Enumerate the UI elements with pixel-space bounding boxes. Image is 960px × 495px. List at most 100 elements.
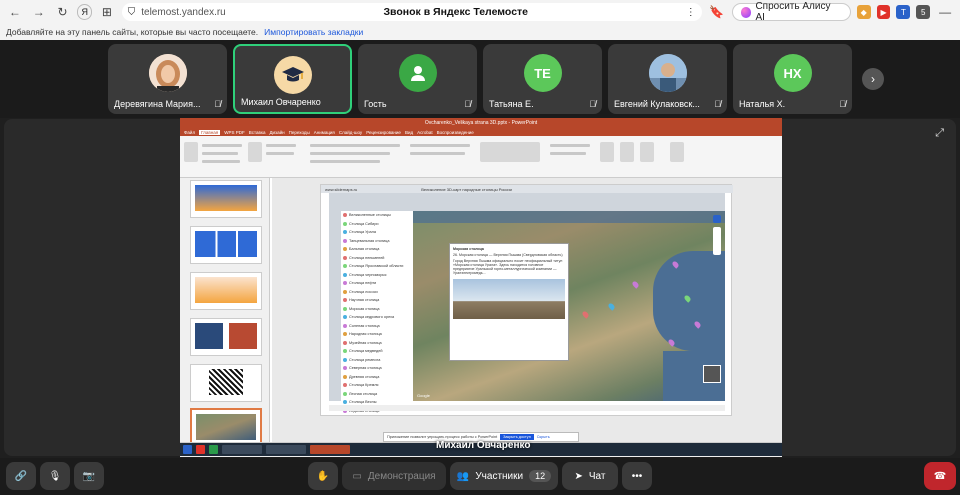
list-item[interactable]: Столица лососи [341,288,413,297]
list-item[interactable]: Столица пельменей [341,254,413,263]
list-item[interactable]: Бальная столица [341,245,413,254]
app-icon [209,445,218,454]
pin-icon [343,383,347,388]
more-dots-icon: ••• [631,470,643,482]
task-item [310,445,350,454]
list-item[interactable]: Лесная столица [341,390,413,399]
pp-tab: Дизайн [269,129,285,135]
list-item-label: Северная столица [349,366,382,371]
list-item[interactable]: Морская столица [341,305,413,314]
list-item[interactable]: Столица черноморья [341,271,413,280]
address-bar[interactable]: ⛉ telemost.yandex.ru Звонок в Яндекс Тел… [121,3,702,21]
participant-tile[interactable]: Деревягина Мария... 🎙̸ [108,44,227,114]
chat-label: Чат [588,470,606,482]
list-item[interactable]: Столица медведей [341,347,413,356]
slide-thumb-selected[interactable] [190,408,262,446]
minimize-icon[interactable]: — [936,3,954,21]
import-bookmarks-link[interactable]: Импортировать закладки [264,27,363,37]
participant-tile[interactable]: TE Татьяна Е. 🎙̸ [483,44,602,114]
popup-subtitle: 26. Морская столица — Верхняя Пышма (Све… [453,253,563,257]
participants-button[interactable]: 👥 Участники 12 [450,462,558,490]
menu-dots-icon[interactable]: ⋮ [686,7,696,18]
list-item-label: Соленая столица [349,323,380,328]
list-item[interactable]: Столица ремесла [341,356,413,365]
chat-button[interactable]: ➤ Чат [562,462,618,490]
pin-icon [343,357,347,362]
forward-icon[interactable]: → [30,3,48,21]
pp-tab: Слайд-шоу [338,129,363,135]
camera-off-icon: 📷 [82,470,96,482]
pp-tab: Файл [184,129,196,135]
slide-thumb[interactable] [190,318,262,356]
expand-icon[interactable]: ⤢ [935,127,944,140]
list-item[interactable]: Древняя столица [341,373,413,382]
pin-icon [343,272,347,277]
inner-title: Великолепие 3D-карт народные столицы Рос… [421,186,512,192]
list-item[interactable]: Столица Кремля [341,381,413,390]
end-call-button[interactable]: ☎ [924,462,956,490]
mic-off-icon: 🎙 [48,470,62,482]
shield-icon: ⛉ [127,6,136,18]
map-popup[interactable]: Морская столица 26. Морская столица — Ве… [449,243,569,361]
slide-thumb[interactable] [190,226,262,264]
list-item-label: Столица Ярославской области [349,264,404,269]
downloads-icon[interactable]: 5 [916,5,931,19]
participant-tile[interactable]: HX Наталья Х. 🎙̸ [733,44,852,114]
participant-tile[interactable]: Гость 🎙̸ [358,44,477,114]
list-item[interactable]: Научная столица [341,296,413,305]
list-item-label: Народная столица [349,332,382,337]
list-item-label: Столица кедрового ореха [349,315,395,320]
list-item-label: Столица пельменей [349,255,385,260]
list-item[interactable]: Столица нефти [341,279,413,288]
task-item [222,445,262,454]
list-item[interactable]: Северная столица [341,364,413,373]
translate-icon[interactable]: T [896,5,911,19]
list-item[interactable]: Столица кедрового ореха [341,313,413,322]
list-item-label: Морская столица [349,306,380,311]
list-item[interactable]: Столица Сибири [341,220,413,229]
pin-icon [343,332,347,337]
youtube-icon[interactable]: ▶ [876,5,891,19]
avatar [148,54,187,92]
more-button[interactable]: ••• [622,462,652,490]
page-title: Звонок в Яндекс Телемосте [383,6,529,18]
list-item[interactable]: Столица Урала [341,228,413,237]
participant-tile[interactable]: Михаил Овчаренко [233,44,352,114]
link-button[interactable]: 🔗 [6,462,36,490]
back-icon[interactable]: ← [6,3,24,21]
pp-tab: Анимация [313,129,335,135]
pin-icon [343,306,347,311]
hide-notice-button[interactable]: Скрыть [537,435,550,439]
popup-photo [453,279,565,319]
demo-label: Демонстрация [367,470,436,482]
camera-button[interactable]: 📷 [74,462,104,490]
list-item[interactable]: Великолепные столицы [341,211,413,220]
demo-button[interactable]: ▭ Демонстрация [342,462,446,490]
extension-shield-icon[interactable]: ◆ [856,5,871,19]
participant-tile[interactable]: Евгений Кулаковск... 🎙̸ [608,44,727,114]
slide-thumb[interactable] [190,272,262,310]
yandex-logo-icon[interactable]: Я [77,4,92,20]
list-item[interactable]: Соленая столица [341,322,413,331]
participants-label: Участники [475,470,524,482]
next-page-icon[interactable]: › [862,68,884,90]
list-item-label: Столица медведей [349,349,383,354]
participant-name: Михаил Овчаренко [241,97,321,107]
list-item[interactable]: Столица Ярославской области [341,262,413,271]
pin-icon [343,281,347,286]
browser-toolbar: ← → ↻ Я ⊞ ⛉ telemost.yandex.ru Звонок в … [0,0,960,24]
reload-icon[interactable]: ↻ [54,3,72,21]
slide-thumb[interactable] [190,364,262,402]
alice-button[interactable]: Спросить Алису AI [731,1,851,23]
mic-off-icon: 🎙̸ [214,99,221,109]
list-item[interactable]: Народная столица [341,330,413,339]
list-item[interactable]: Танцевальная столица [341,237,413,246]
list-item-label: Столица Сибири [349,221,379,226]
tabs-icon[interactable]: ⊞ [98,3,116,21]
mic-button[interactable]: 🎙 [40,462,70,490]
pp-tab: Воспроизведение [436,129,474,135]
raise-hand-button[interactable]: ✋ [308,462,338,490]
slide-thumb[interactable] [190,180,262,218]
bookmark-icon[interactable]: 🔖 [708,3,726,21]
list-item[interactable]: Музейная столица [341,339,413,348]
